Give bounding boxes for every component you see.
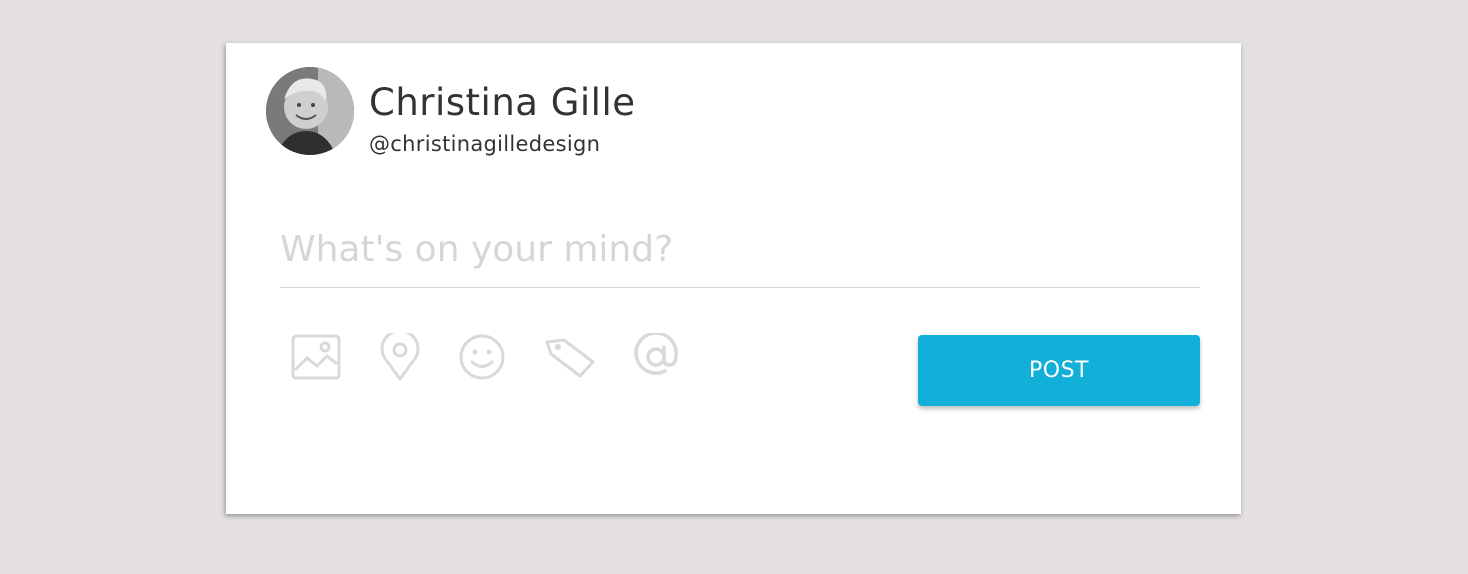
profile-handle: @christinagilledesign xyxy=(369,132,601,156)
post-button[interactable]: POST xyxy=(918,335,1200,406)
mention-icon xyxy=(634,333,678,375)
profile-name: Christina Gille xyxy=(369,81,636,124)
add-image-button[interactable] xyxy=(290,331,342,383)
smiley-icon xyxy=(459,334,505,380)
add-location-button[interactable] xyxy=(374,331,426,383)
post-composer-card: Christina Gille @christinagilledesign Wh… xyxy=(226,43,1241,514)
status-input[interactable] xyxy=(280,211,1200,288)
add-emoji-button[interactable] xyxy=(456,331,508,383)
avatar-photo xyxy=(266,67,354,155)
image-icon xyxy=(291,334,341,380)
add-tag-button[interactable] xyxy=(544,331,596,383)
mention-button[interactable] xyxy=(630,331,682,383)
location-pin-icon xyxy=(380,333,420,381)
avatar[interactable] xyxy=(266,67,354,155)
tag-icon xyxy=(545,338,595,378)
